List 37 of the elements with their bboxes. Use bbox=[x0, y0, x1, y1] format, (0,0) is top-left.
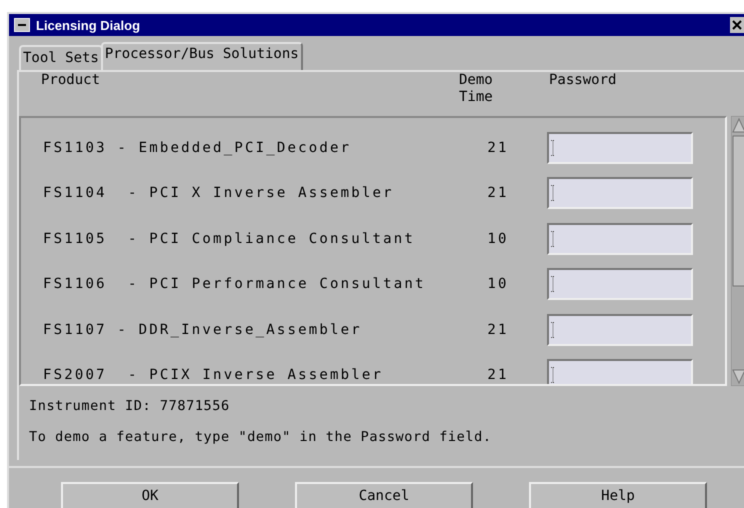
demo-time: 21 bbox=[486, 140, 510, 156]
product-name: FS1105 - PCI Compliance Consultant bbox=[43, 230, 416, 247]
window-menu-icon[interactable] bbox=[14, 18, 30, 32]
text-cursor-icon bbox=[551, 276, 555, 292]
tab[interactable]: Processor/Bus Solutions bbox=[100, 42, 303, 70]
product-name: FS1103 - Embedded_PCI_Decoder bbox=[43, 140, 352, 156]
demo-time: 21 bbox=[486, 322, 510, 338]
text-cursor-icon bbox=[551, 230, 555, 247]
demo-time: 21 bbox=[486, 367, 510, 384]
text-cursor-icon bbox=[551, 322, 555, 338]
scrollbar[interactable] bbox=[731, 116, 744, 386]
product-name: FS1106 - PCI Performance Consultant bbox=[43, 276, 427, 292]
text-cursor-icon bbox=[551, 185, 555, 202]
column-header: Password bbox=[549, 72, 616, 90]
text-cursor-icon bbox=[551, 367, 555, 384]
instrument-id: Instrument ID: 77871556 bbox=[29, 398, 231, 416]
password-field[interactable] bbox=[547, 359, 693, 384]
product-name: FS1104 - PCI X Inverse Assembler bbox=[43, 185, 395, 202]
password-field[interactable] bbox=[547, 268, 693, 300]
column-header: Product bbox=[41, 72, 102, 90]
password-field[interactable] bbox=[547, 222, 693, 255]
window-title: Licensing Dialog bbox=[36, 18, 142, 32]
demo-time: 21 bbox=[486, 185, 510, 202]
product-name: FS2007 - PCIX Inverse Assembler bbox=[43, 367, 384, 384]
password-field[interactable] bbox=[547, 314, 693, 346]
text-cursor-icon bbox=[551, 140, 555, 156]
dialog-button[interactable]: Cancel bbox=[295, 482, 473, 508]
product-name: FS1107 - DDR_Inverse_Assembler bbox=[43, 322, 363, 338]
password-field[interactable] bbox=[547, 132, 693, 164]
column-header: Demo Time bbox=[459, 72, 494, 107]
dialog-button[interactable]: Help bbox=[529, 482, 707, 508]
dialog-button[interactable]: OK bbox=[61, 482, 239, 508]
demo-time: 10 bbox=[486, 276, 510, 292]
close-icon[interactable] bbox=[730, 17, 744, 33]
password-field[interactable] bbox=[547, 177, 693, 210]
hint-text: To demo a feature, type "demo" in the Password field. bbox=[29, 429, 493, 447]
demo-time: 10 bbox=[486, 230, 510, 247]
